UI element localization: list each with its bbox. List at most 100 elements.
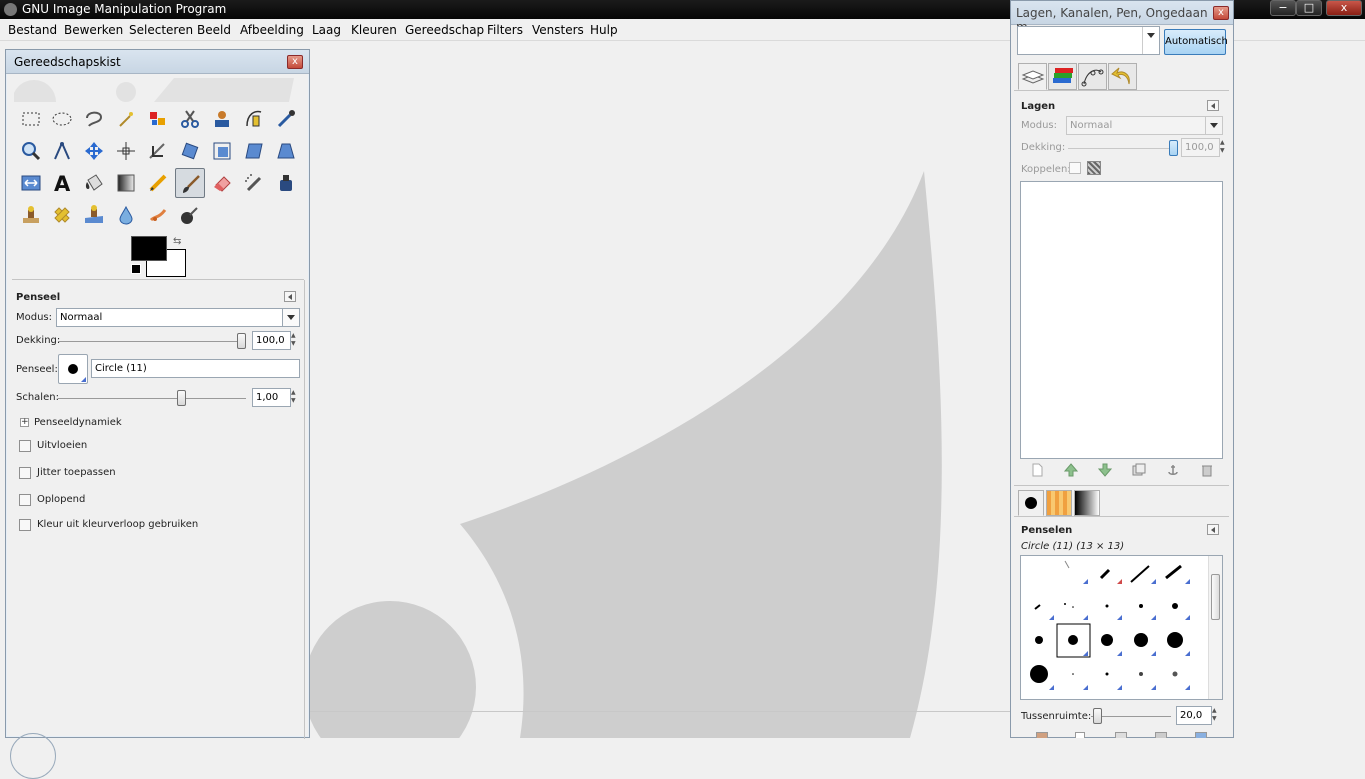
layers-opacity-spinbox[interactable]: 100,0 ▲ ▼: [1181, 138, 1225, 157]
smudge-tool-icon[interactable]: [143, 200, 173, 230]
auto-button[interactable]: Automatisch: [1164, 29, 1228, 55]
free-select-tool-icon[interactable]: [79, 104, 109, 134]
spin-arrows-icon[interactable]: ▲ ▼: [291, 389, 299, 406]
chevron-down-icon[interactable]: [282, 309, 299, 326]
spin-arrows-icon[interactable]: ▲ ▼: [1212, 707, 1220, 724]
scale-slider-track[interactable]: [58, 398, 246, 399]
tool-options-bottom-button[interactable]: [10, 733, 56, 779]
layers-menu-icon[interactable]: [1207, 100, 1219, 111]
dock-close-button[interactable]: x: [1213, 6, 1229, 20]
swap-colors-icon[interactable]: ⇆: [173, 236, 181, 247]
paths-tool-icon[interactable]: [239, 104, 269, 134]
dynamics-label[interactable]: Penseeldynamiek: [34, 417, 122, 428]
tab-undo-history[interactable]: [1108, 63, 1137, 90]
expander-plus-icon[interactable]: +: [20, 418, 29, 427]
maximize-button[interactable]: □: [1296, 0, 1322, 16]
menu-kleuren[interactable]: Kleuren: [351, 23, 397, 37]
move-tool-icon[interactable]: [79, 136, 109, 166]
tab-channels[interactable]: [1048, 63, 1077, 90]
checkbox-oplopend[interactable]: [19, 494, 31, 506]
tool-options-menu-icon[interactable]: [284, 291, 296, 302]
spacing-spinbox[interactable]: 20,0 ▲ ▼: [1176, 706, 1217, 725]
bucket-fill-tool-icon[interactable]: [79, 168, 109, 198]
opacity-slider-thumb[interactable]: [237, 333, 246, 349]
foreground-color-swatch[interactable]: [131, 236, 167, 261]
scissors-select-tool-icon[interactable]: [175, 104, 205, 134]
opacity-spinbox[interactable]: 100,0 ▲ ▼: [252, 331, 296, 350]
tab-patterns[interactable]: [1046, 490, 1072, 516]
opacity-slider-track[interactable]: [58, 341, 246, 342]
rect-select-tool-icon[interactable]: [16, 104, 46, 134]
chevron-down-icon[interactable]: [1142, 27, 1159, 54]
delete-brush-icon[interactable]: [1155, 732, 1167, 738]
brushes-grid[interactable]: [1020, 555, 1223, 700]
tab-paths[interactable]: [1078, 63, 1107, 90]
brushes-menu-icon[interactable]: [1207, 524, 1219, 535]
menu-vensters[interactable]: Vensters: [532, 23, 584, 37]
color-picker-tool-icon[interactable]: [271, 104, 301, 134]
foreground-select-tool-icon[interactable]: [207, 104, 237, 134]
ellipse-select-tool-icon[interactable]: [47, 104, 77, 134]
color-select-tool-icon[interactable]: [143, 104, 173, 134]
align-tool-icon[interactable]: [111, 136, 141, 166]
scrollbar-thumb[interactable]: [1211, 574, 1220, 620]
spacing-slider-track[interactable]: [1091, 716, 1171, 717]
menu-bestand[interactable]: Bestand: [8, 23, 57, 37]
text-tool-icon[interactable]: A: [47, 168, 77, 198]
edit-brush-icon[interactable]: [1036, 732, 1048, 738]
layers-opacity-track[interactable]: [1068, 148, 1173, 149]
blend-tool-icon[interactable]: [111, 168, 141, 198]
menu-bewerken[interactable]: Bewerken: [64, 23, 123, 37]
spin-arrows-icon[interactable]: ▲ ▼: [1220, 139, 1228, 156]
perspective-clone-tool-icon[interactable]: [79, 200, 109, 230]
tab-layers[interactable]: [1018, 63, 1047, 90]
menu-beeld[interactable]: Beeld: [197, 23, 231, 37]
fuzzy-select-tool-icon[interactable]: [111, 104, 141, 134]
clone-tool-icon[interactable]: [16, 200, 46, 230]
rotate-tool-icon[interactable]: [175, 136, 205, 166]
checkbox-jitter[interactable]: [19, 467, 31, 479]
dodge-burn-tool-icon[interactable]: [175, 200, 205, 230]
menu-laag[interactable]: Laag: [312, 23, 341, 37]
minimize-button[interactable]: −: [1270, 0, 1296, 16]
paintbrush-tool-icon[interactable]: [175, 168, 205, 198]
chevron-down-icon[interactable]: [1205, 117, 1222, 134]
brushes-scrollbar[interactable]: [1208, 556, 1222, 699]
spacing-slider-thumb[interactable]: [1093, 708, 1102, 724]
flip-tool-icon[interactable]: [16, 168, 46, 198]
menu-gereedschap[interactable]: Gereedschap: [405, 23, 484, 37]
shear-tool-icon[interactable]: [239, 136, 269, 166]
eraser-tool-icon[interactable]: [207, 168, 237, 198]
brush-preview-button[interactable]: [58, 354, 88, 384]
mode-dropdown[interactable]: Normaal: [56, 308, 300, 327]
checker-lock-icon[interactable]: [1087, 161, 1101, 175]
menu-filters[interactable]: Filters: [487, 23, 523, 37]
lock-pixels-checkbox[interactable]: [1069, 162, 1081, 174]
perspective-tool-icon[interactable]: [271, 136, 301, 166]
new-brush-icon[interactable]: [1075, 732, 1085, 738]
blur-sharpen-tool-icon[interactable]: [111, 200, 141, 230]
raise-layer-icon[interactable]: [1063, 463, 1079, 477]
duplicate-layer-icon[interactable]: [1132, 463, 1146, 477]
delete-layer-icon[interactable]: [1200, 463, 1214, 477]
menu-selecteren[interactable]: Selecteren: [129, 23, 193, 37]
zoom-tool-icon[interactable]: [16, 136, 46, 166]
toolbox-close-button[interactable]: x: [287, 55, 303, 69]
tab-gradients[interactable]: [1074, 490, 1100, 516]
default-colors-icon[interactable]: [131, 264, 141, 274]
refresh-brushes-icon[interactable]: [1195, 732, 1207, 738]
scale-spinbox[interactable]: 1,00 ▲ ▼: [252, 388, 296, 407]
duplicate-brush-icon[interactable]: [1115, 732, 1127, 738]
anchor-layer-icon[interactable]: [1166, 463, 1180, 477]
airbrush-tool-icon[interactable]: [239, 168, 269, 198]
pencil-tool-icon[interactable]: [143, 168, 173, 198]
close-window-button[interactable]: x: [1326, 0, 1362, 16]
scale-slider-thumb[interactable]: [177, 390, 186, 406]
ink-tool-icon[interactable]: [271, 168, 301, 198]
heal-tool-icon[interactable]: [47, 200, 77, 230]
tab-brushes[interactable]: [1018, 490, 1044, 516]
lower-layer-icon[interactable]: [1097, 463, 1113, 477]
new-layer-icon[interactable]: [1030, 463, 1044, 477]
brush-name-field[interactable]: Circle (11): [91, 359, 300, 378]
measure-tool-icon[interactable]: [47, 136, 77, 166]
